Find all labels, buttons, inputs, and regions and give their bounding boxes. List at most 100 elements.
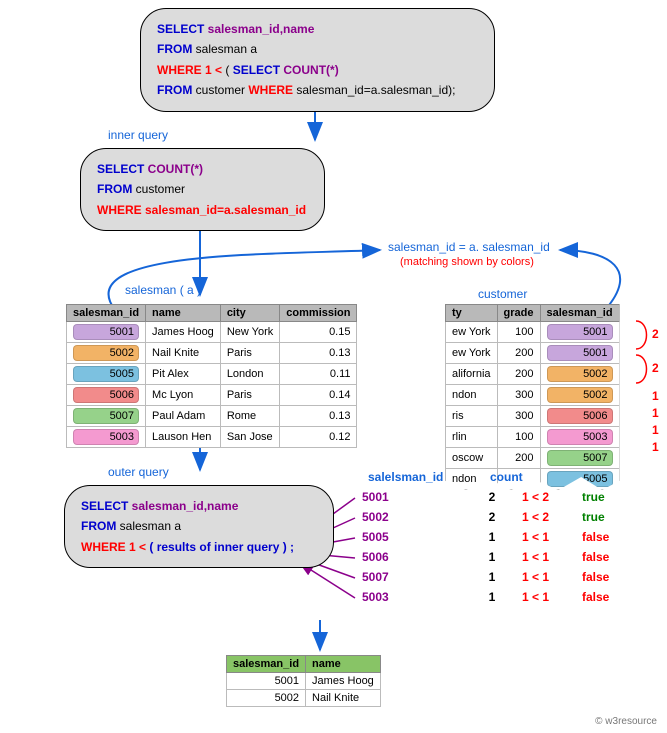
cell: 0.11 <box>280 364 357 385</box>
eval-id: 5007 <box>362 570 462 584</box>
txt: WHERE salesman_id=a.salesman_id <box>97 203 306 217</box>
id-chip: 5003 <box>73 429 139 445</box>
eval-id: 5002 <box>362 510 462 524</box>
kw: FROM <box>157 42 196 56</box>
table-row: ew York200 5001 <box>446 343 620 364</box>
id-chip: 5002 <box>547 387 613 403</box>
sql-outer-box: SELECT salesman_id,name FROM salesman a … <box>64 485 334 568</box>
table-row: 5003Lauson HenSan Jose0.12 <box>67 427 357 448</box>
cell: 5001 <box>67 322 146 343</box>
eval-row: 500511 < 1false <box>362 530 609 550</box>
cell: 5001 <box>540 343 619 364</box>
cell: 5002 <box>227 690 306 707</box>
cell: 200 <box>497 343 540 364</box>
cell: Paris <box>220 385 279 406</box>
id-chip: 5006 <box>73 387 139 403</box>
id-chip: 5001 <box>547 345 613 361</box>
cell: 5005 <box>540 469 619 490</box>
sql-inner-box: SELECT COUNT(*) FROM customer WHERE sale… <box>80 148 325 231</box>
eval-row: 500311 < 1false <box>362 590 609 610</box>
outer-query-label: outer query <box>108 465 169 479</box>
eval-row: 500121 < 2true <box>362 490 609 510</box>
eval-count: 2 <box>462 510 522 524</box>
eval-id: 5001 <box>362 490 462 504</box>
ident: customer <box>136 182 185 196</box>
cell: rlin <box>446 427 498 448</box>
id-chip: 5003 <box>547 429 613 445</box>
kw: FROM <box>97 182 136 196</box>
cell: 5003 <box>67 427 146 448</box>
table-row: 5002Nail KniteParis0.13 <box>67 343 357 364</box>
eval-id: 5006 <box>362 550 462 564</box>
col-header: name <box>146 305 221 322</box>
eval-compare: 1 < 1 <box>522 590 582 604</box>
eval-count: 1 <box>462 530 522 544</box>
kw: FROM <box>81 519 120 533</box>
cell: 100 <box>497 427 540 448</box>
eval-col-count: count <box>490 470 523 484</box>
cell: Rome <box>220 406 279 427</box>
cell: 5002 <box>540 385 619 406</box>
cell: 5006 <box>540 406 619 427</box>
cell: ew York <box>446 343 498 364</box>
col-header: salesman_id <box>67 305 146 322</box>
eval-compare: 1 < 1 <box>522 550 582 564</box>
col-header: commission <box>280 305 357 322</box>
sql-main-box: SELECT salesman_id,name FROM salesman a … <box>140 8 495 112</box>
id-chip: 5005 <box>73 366 139 382</box>
cell: 0.12 <box>280 427 357 448</box>
id-chip: 5007 <box>73 408 139 424</box>
bracket-count: 1 <box>652 405 659 422</box>
customer-label: customer <box>478 287 527 301</box>
table-row: ris3005006 <box>446 406 620 427</box>
cell: Pit Alex <box>146 364 221 385</box>
eval-count: 1 <box>462 590 522 604</box>
id-chip: 5002 <box>73 345 139 361</box>
txt: COUNT(*) <box>283 63 338 77</box>
bracket-count: 2 <box>652 360 659 377</box>
bracket-count: 2 <box>652 326 659 343</box>
cell: 5007 <box>540 448 619 469</box>
txt: salesman_id=a.salesman_id); <box>296 83 455 97</box>
cell: 5002 <box>540 364 619 385</box>
bracket-count: 1 <box>652 439 659 456</box>
kw: WHERE <box>248 83 296 97</box>
id-chip: 5001 <box>73 324 139 340</box>
customer-table: tygradesalesman_id ew York1005001ew York… <box>445 304 620 490</box>
cell: James Hoog <box>306 673 381 690</box>
cell: 0.15 <box>280 322 357 343</box>
kw: WHERE 1 < <box>157 63 225 77</box>
table-row: ndon5005 <box>446 469 620 490</box>
eval-rows: 500121 < 2true500221 < 2true500511 < 1fa… <box>362 490 609 610</box>
cell: 0.14 <box>280 385 357 406</box>
eval-result: false <box>582 550 609 564</box>
cell: San Jose <box>220 427 279 448</box>
cell: 300 <box>497 385 540 406</box>
cell: 200 <box>497 364 540 385</box>
eval-row: 500221 < 2true <box>362 510 609 530</box>
table-row: alifornia2005002 <box>446 364 620 385</box>
cell: ndon <box>446 385 498 406</box>
bracket-count: 1 <box>652 422 659 439</box>
col-header: salesman_id <box>540 305 619 322</box>
cell: 0.13 <box>280 406 357 427</box>
cell: 5001 <box>227 673 306 690</box>
eval-compare: 1 < 2 <box>522 510 582 524</box>
txt: ( <box>225 63 232 77</box>
eval-row: 500711 < 1false <box>362 570 609 590</box>
id-chip: 5005 <box>547 471 613 487</box>
ident: customer <box>196 83 249 97</box>
eval-result: true <box>582 510 605 524</box>
cell: Nail Knite <box>146 343 221 364</box>
inner-query-label: inner query <box>108 128 168 142</box>
eval-compare: 1 < 1 <box>522 530 582 544</box>
id-chip: 5002 <box>547 366 613 382</box>
col-header: ty <box>446 305 498 322</box>
eval-result: true <box>582 490 605 504</box>
table-row: 5007Paul AdamRome0.13 <box>67 406 357 427</box>
eval-count: 1 <box>462 570 522 584</box>
cell: Nail Knite <box>306 690 381 707</box>
eval-id: 5003 <box>362 590 462 604</box>
cell: oscow <box>446 448 498 469</box>
kw: SELECT <box>233 63 284 77</box>
